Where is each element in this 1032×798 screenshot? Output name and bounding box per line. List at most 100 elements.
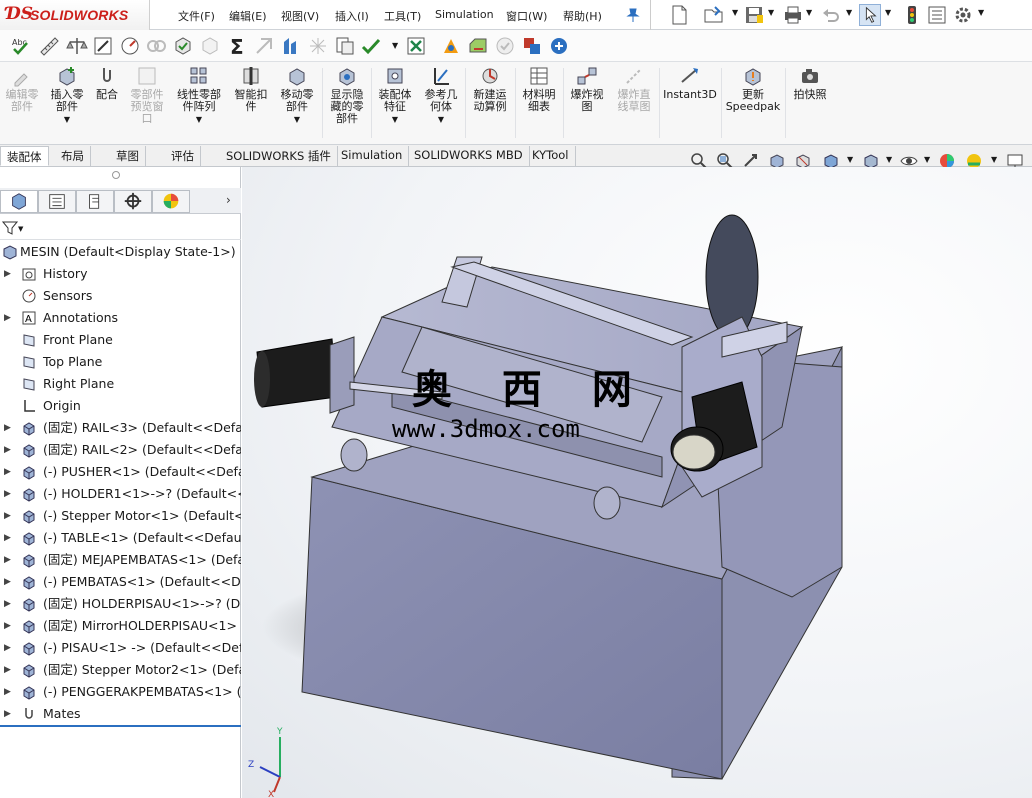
tree-item[interactable]: ▶ (-) Stepper Motor<1> (Default<< bbox=[0, 505, 241, 527]
expand-arrow-icon[interactable]: ▶ bbox=[4, 549, 14, 571]
plugin-e-icon[interactable] bbox=[548, 35, 570, 57]
chevron-down-icon[interactable]: ▼ bbox=[846, 8, 852, 17]
tree-item[interactable]: ▶ History bbox=[0, 263, 241, 285]
panel-drag-handle[interactable] bbox=[112, 171, 120, 179]
expand-arrow-icon[interactable]: ▶ bbox=[4, 527, 14, 549]
insert-component-button[interactable]: 插入零 部件 ▼ bbox=[45, 65, 89, 126]
tree-item[interactable]: Top Plane bbox=[0, 351, 241, 373]
print-icon[interactable] bbox=[782, 4, 804, 26]
chevron-down-icon[interactable]: ▼ bbox=[924, 155, 930, 164]
dimxpert-tab-icon[interactable] bbox=[114, 190, 152, 213]
expand-arrow-icon[interactable]: ▶ bbox=[4, 593, 14, 615]
menu-view[interactable]: 视图(V) bbox=[281, 8, 319, 24]
tree-item[interactable]: ▶ (-) PUSHER<1> (Default<<Default bbox=[0, 461, 241, 483]
section-properties-icon[interactable] bbox=[92, 35, 114, 57]
exploded-view-button[interactable]: 爆炸视 图 bbox=[565, 65, 609, 113]
new-document-icon[interactable] bbox=[668, 4, 690, 26]
chevron-down-icon[interactable]: ▼ bbox=[392, 115, 398, 124]
expand-arrow-icon[interactable]: ▶ bbox=[4, 703, 14, 725]
tree-item[interactable]: ▶ (固定) HOLDERPISAU<1>->? (Defa bbox=[0, 593, 241, 615]
sensor-gauge-icon[interactable] bbox=[119, 35, 141, 57]
chevron-down-icon[interactable]: ▼ bbox=[847, 155, 853, 164]
chevron-down-icon[interactable]: ▼ bbox=[978, 8, 984, 17]
mass-properties-icon[interactable] bbox=[66, 35, 88, 57]
performance-eval-icon[interactable] bbox=[145, 35, 167, 57]
menu-window[interactable]: 窗口(W) bbox=[506, 8, 547, 24]
tree-item[interactable]: ▶ (-) PISAU<1> -> (Default<<Defau bbox=[0, 637, 241, 659]
expand-arrow-icon[interactable]: ▶ bbox=[4, 505, 14, 527]
property-manager-tab-icon[interactable] bbox=[38, 190, 76, 213]
chevron-down-icon[interactable]: ▼ bbox=[768, 8, 774, 17]
plugin-d-icon[interactable] bbox=[521, 35, 543, 57]
sum-equations-icon[interactable]: Σ bbox=[227, 35, 249, 57]
menu-edit[interactable]: 编辑(E) bbox=[229, 8, 267, 24]
rebuild-traffic-light-icon[interactable] bbox=[901, 4, 923, 26]
tree-item[interactable]: ▶ A Annotations bbox=[0, 307, 241, 329]
tree-item[interactable]: ▶ (-) HOLDER1<1>->? (Default<<De bbox=[0, 483, 241, 505]
display-manager-tab-icon[interactable] bbox=[152, 190, 190, 213]
menu-simulation[interactable]: Simulation bbox=[435, 8, 494, 21]
tree-item[interactable]: ▶ (-) TABLE<1> (Default<<Default>_ bbox=[0, 527, 241, 549]
tab-kytool[interactable]: KYTool bbox=[526, 146, 576, 166]
open-folder-icon[interactable] bbox=[703, 4, 725, 26]
linear-pattern-button[interactable]: 线性零部 件阵列 ▼ bbox=[172, 65, 226, 126]
chevron-down-icon[interactable]: ▼ bbox=[438, 115, 444, 124]
spell-check-icon[interactable]: Abc bbox=[10, 35, 32, 57]
chevron-down-icon[interactable]: ▼ bbox=[886, 155, 892, 164]
measure-icon[interactable] bbox=[38, 35, 60, 57]
expand-arrow-icon[interactable]: ▶ bbox=[4, 615, 14, 637]
update-speedpak-button[interactable]: 更新 Speedpak bbox=[723, 65, 783, 113]
tab-evaluate[interactable]: 评估 bbox=[165, 146, 201, 166]
chevron-down-icon[interactable]: ▼ bbox=[732, 8, 738, 17]
assembly-features-button[interactable]: 装配体 特征 ▼ bbox=[373, 65, 417, 126]
expand-arrow-icon[interactable]: ▶ bbox=[4, 461, 14, 483]
feature-manager-tab-icon[interactable] bbox=[0, 190, 38, 213]
expand-arrow-icon[interactable]: ▶ bbox=[4, 637, 14, 659]
assembly-model[interactable]: 奥 西 网 www.3dmox.com Y Z X bbox=[242, 167, 1032, 798]
undo-icon[interactable] bbox=[820, 4, 842, 26]
tab-simulation[interactable]: Simulation bbox=[335, 146, 410, 166]
tree-item[interactable]: ▶ Mates bbox=[0, 703, 241, 725]
mate-button[interactable]: 配合 bbox=[90, 65, 124, 101]
instant3d-button[interactable]: Instant3D bbox=[661, 65, 719, 101]
plugin-c-icon[interactable] bbox=[494, 35, 516, 57]
tab-layout[interactable]: 布局 bbox=[55, 146, 91, 166]
clearance-verification-icon[interactable] bbox=[199, 35, 221, 57]
configuration-manager-tab-icon[interactable] bbox=[76, 190, 114, 213]
tab-assembly[interactable]: 装配体 bbox=[0, 146, 49, 166]
expand-arrow-icon[interactable]: ▶ bbox=[4, 307, 14, 329]
chevron-down-icon[interactable]: ▼ bbox=[18, 225, 23, 233]
tree-item[interactable]: Right Plane bbox=[0, 373, 241, 395]
expand-arrow-icon[interactable]: ▶ bbox=[4, 417, 14, 439]
tree-item[interactable]: ▶ (固定) MEJAPEMBATAS<1> (Defau bbox=[0, 549, 241, 571]
check-interference-icon[interactable] bbox=[172, 35, 194, 57]
chevron-down-icon[interactable]: ▼ bbox=[64, 115, 70, 124]
show-hidden-components-button[interactable]: 显示隐 藏的零 部件 bbox=[324, 65, 370, 125]
tree-item[interactable]: Origin bbox=[0, 395, 241, 417]
tab-sketch[interactable]: 草图 bbox=[110, 146, 146, 166]
file-properties-icon[interactable] bbox=[926, 4, 948, 26]
tree-item[interactable]: ▶ (-) PENGGERAKPEMBATAS<1> (D bbox=[0, 681, 241, 703]
pin-icon[interactable] bbox=[626, 8, 640, 22]
chevron-down-icon[interactable]: ▼ bbox=[392, 41, 398, 50]
graphics-viewport[interactable]: 奥 西 网 www.3dmox.com Y Z X bbox=[242, 167, 1032, 798]
chevron-down-icon[interactable]: ▼ bbox=[196, 115, 202, 124]
reference-geometry-button[interactable]: 参考几 何体 ▼ bbox=[419, 65, 463, 126]
menu-help[interactable]: 帮助(H) bbox=[563, 8, 602, 24]
chevron-right-icon[interactable]: › bbox=[226, 193, 231, 207]
expand-arrow-icon[interactable]: ▶ bbox=[4, 263, 14, 285]
tree-item[interactable]: Front Plane bbox=[0, 329, 241, 351]
move-component-button[interactable]: 移动零 部件 ▼ bbox=[275, 65, 319, 126]
tree-item[interactable]: ▶ (固定) Stepper Motor2<1> (Defau bbox=[0, 659, 241, 681]
save-icon[interactable] bbox=[743, 4, 765, 26]
tab-solidworks-addins[interactable]: SOLIDWORKS 插件 bbox=[220, 146, 338, 166]
expand-arrow-icon[interactable]: ▶ bbox=[4, 659, 14, 681]
new-motion-study-button[interactable]: 新建运 动算例 bbox=[467, 65, 513, 113]
chevron-down-icon[interactable]: ▼ bbox=[885, 8, 891, 17]
options-gear-icon[interactable] bbox=[952, 4, 974, 26]
tree-item[interactable]: Sensors bbox=[0, 285, 241, 307]
chevron-down-icon[interactable]: ▼ bbox=[294, 115, 300, 124]
tree-root[interactable]: MESIN (Default<Display State-1>) bbox=[0, 241, 241, 263]
bom-compare-icon[interactable] bbox=[334, 35, 356, 57]
plugin-a-icon[interactable] bbox=[440, 35, 462, 57]
